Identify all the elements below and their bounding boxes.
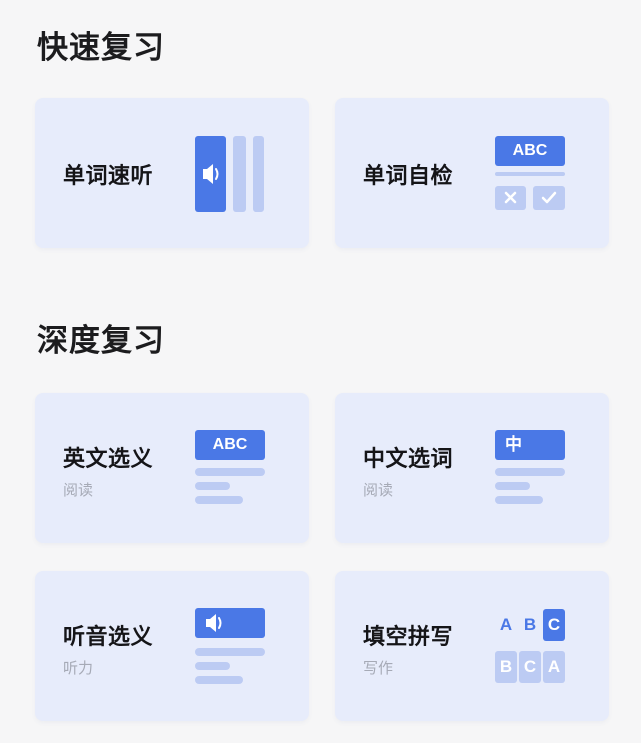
letter-tile-top-c: C [543, 609, 565, 641]
option-line-3 [195, 676, 243, 684]
letter-tile-top-b: B [523, 615, 537, 634]
card-title: 填空拼写 [363, 625, 454, 650]
card-title: 英文选义 [63, 447, 154, 472]
card-title: 听音选义 [63, 625, 154, 650]
option-line-3 [495, 496, 543, 504]
chinese-choose-illustration: 中 [495, 430, 565, 510]
card-word-check[interactable]: 单词自检 ABC [335, 98, 609, 248]
flashcard-back-2 [253, 136, 264, 212]
card-subtitle: 写作 [363, 659, 394, 677]
card-subtitle: 阅读 [63, 481, 94, 499]
letter-tile-top-a: A [499, 615, 513, 634]
word-check-illustration: ABC [495, 136, 565, 212]
section-title-quick-review: 快速复习 [37, 30, 165, 66]
card-fill-spell[interactable]: 填空拼写 写作 A B C B C A [335, 571, 609, 721]
card-english-choose-meaning[interactable]: 英文选义 阅读 ABC [35, 393, 309, 543]
listen-choose-illustration [195, 608, 265, 688]
section-title-deep-review: 深度复习 [37, 323, 165, 359]
card-chinese-choose-word[interactable]: 中文选词 阅读 中 [335, 393, 609, 543]
card-word-listen[interactable]: 单词速听 [35, 98, 309, 248]
card-title: 单词速听 [63, 164, 154, 189]
letter-tile-bottom-a: A [543, 651, 565, 683]
card-subtitle: 阅读 [363, 481, 394, 499]
card-listen-choose-meaning[interactable]: 听音选义 听力 [35, 571, 309, 721]
option-line-1 [495, 468, 565, 476]
word-listen-illustration [195, 136, 267, 212]
option-line-1 [195, 468, 265, 476]
option-line-2 [495, 482, 530, 490]
audio-bar [195, 608, 265, 638]
option-line-3 [195, 496, 243, 504]
card-subtitle: 听力 [63, 659, 94, 677]
option-line-1 [195, 648, 265, 656]
letter-tile-bottom-b: B [495, 651, 517, 683]
card-title: 单词自检 [363, 164, 454, 189]
option-line-2 [195, 482, 230, 490]
underline-bar [495, 172, 565, 176]
english-choose-illustration: ABC [195, 430, 265, 510]
spell-illustration: A B C B C A [495, 609, 567, 685]
letter-tile-bottom-c: C [519, 651, 541, 683]
card-title: 中文选词 [363, 447, 454, 472]
option-line-2 [195, 662, 230, 670]
flashcard-back-1 [233, 136, 246, 212]
